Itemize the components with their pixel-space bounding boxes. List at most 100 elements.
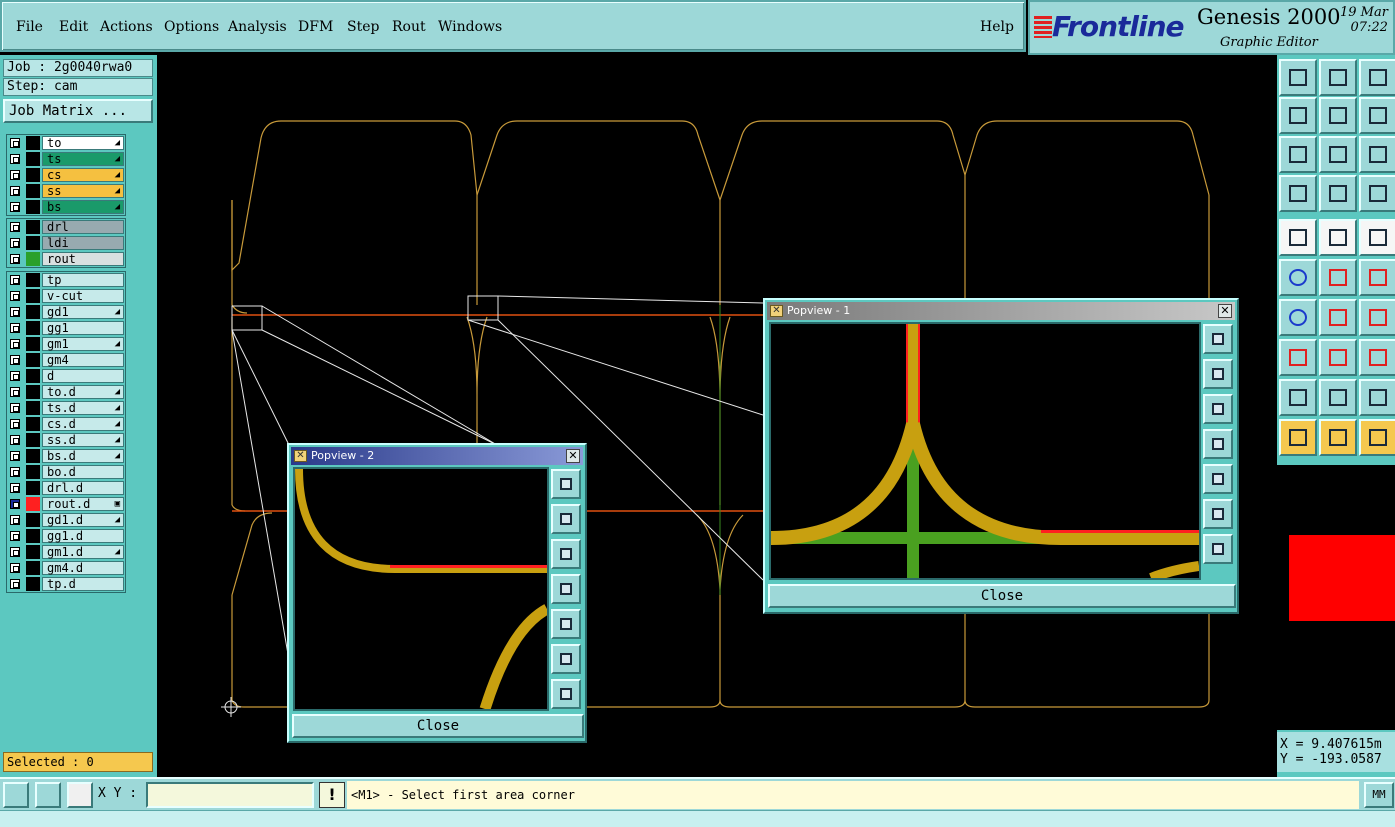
layer-checkbox[interactable] — [10, 291, 20, 301]
layer-row-ss-d[interactable]: ss.d ◢ — [7, 432, 125, 448]
popview-1-close-button[interactable]: Close — [768, 584, 1236, 608]
layer-checkbox[interactable] — [10, 419, 20, 429]
close-icon[interactable]: ✕ — [1218, 304, 1232, 318]
layer-checkbox[interactable] — [10, 307, 20, 317]
layer-row-cs[interactable]: cs ◢ — [7, 167, 125, 183]
layer-row-bs-d[interactable]: bs.d ◢ — [7, 448, 125, 464]
menu-windows[interactable]: Windows — [438, 19, 502, 35]
popview-2-close-button[interactable]: Close — [292, 714, 584, 738]
zoom-save-button[interactable] — [1319, 59, 1357, 96]
popview-tool-icon[interactable] — [1203, 394, 1233, 424]
layer-checkbox[interactable] — [10, 254, 20, 264]
layer-color-swatch[interactable] — [26, 136, 40, 150]
layer-checkbox[interactable] — [10, 154, 20, 164]
layer-name[interactable]: to.d ◢ — [42, 385, 124, 399]
grid-button[interactable] — [67, 782, 93, 808]
layer-checkbox[interactable] — [10, 451, 20, 461]
layer-row-rout[interactable]: rout — [7, 251, 125, 267]
popview-tool-icon[interactable] — [551, 539, 581, 569]
popview-tool-icon[interactable] — [1203, 499, 1233, 529]
cross-button[interactable] — [1319, 259, 1357, 296]
layer-checkbox[interactable] — [10, 435, 20, 445]
layer-color-swatch[interactable] — [26, 200, 40, 214]
layer-name[interactable]: drl — [42, 220, 124, 234]
select-hex-button[interactable] — [1359, 419, 1395, 456]
layer-name[interactable]: gg1.d — [42, 529, 124, 543]
menu-file[interactable]: File — [16, 19, 43, 35]
popview-1-titlebar[interactable]: ✕ Popview - 1 ✕ — [767, 302, 1235, 320]
layer-row-drl-d[interactable]: drl.d — [7, 480, 125, 496]
layer-color-swatch[interactable] — [26, 465, 40, 479]
layer-row-to[interactable]: to ◢ — [7, 135, 125, 151]
menu-options[interactable]: Options — [164, 19, 219, 35]
layer-color-swatch[interactable] — [26, 497, 40, 511]
layer-row-ts-d[interactable]: ts.d ◢ — [7, 400, 125, 416]
layer-name[interactable]: cs.d ◢ — [42, 417, 124, 431]
layer-row-tp-d[interactable]: tp.d — [7, 576, 125, 592]
layer-checkbox[interactable] — [10, 387, 20, 397]
layer-color-swatch[interactable] — [26, 561, 40, 575]
measure-button[interactable] — [1319, 175, 1357, 212]
layer-name[interactable]: gm1 ◢ — [42, 337, 124, 351]
layer-name[interactable]: gm4 — [42, 353, 124, 367]
layer-checkbox[interactable] — [10, 531, 20, 541]
layer-checkbox[interactable] — [10, 371, 20, 381]
popview-tool-icon[interactable] — [551, 504, 581, 534]
layer-row-gg1[interactable]: gg1 — [7, 320, 125, 336]
layer-name[interactable]: bs.d ◢ — [42, 449, 124, 463]
layer-row-gd1[interactable]: gd1 ◢ — [7, 304, 125, 320]
layer-row-rout-d[interactable]: rout.d ▣ — [7, 496, 125, 512]
layer-name[interactable]: rout — [42, 252, 124, 266]
layer-name[interactable]: to ◢ — [42, 136, 124, 150]
one-to-one-button[interactable] — [1359, 136, 1395, 173]
popview-2-view[interactable] — [293, 467, 549, 711]
units-button[interactable]: MM — [1364, 782, 1394, 808]
popview-1-view[interactable] — [769, 322, 1201, 580]
layer-name[interactable]: gd1 ◢ — [42, 305, 124, 319]
popview-tool-icon[interactable] — [1203, 429, 1233, 459]
menu-actions[interactable]: Actions — [100, 19, 153, 35]
layer-name[interactable]: ldi — [42, 236, 124, 250]
drill-tool-button[interactable] — [1279, 219, 1317, 256]
popview-tool-icon[interactable] — [551, 679, 581, 709]
layer-row-gm4[interactable]: gm4 — [7, 352, 125, 368]
zoom-home-button[interactable] — [1279, 59, 1317, 96]
layer-color-swatch[interactable] — [26, 353, 40, 367]
popview-tool-icon[interactable] — [1203, 464, 1233, 494]
layer-name[interactable]: d — [42, 369, 124, 383]
slash-button[interactable] — [1319, 299, 1357, 336]
overview-window[interactable] — [1277, 463, 1395, 730]
layer-name[interactable]: tp — [42, 273, 124, 287]
warning-button[interactable]: ! — [319, 782, 345, 808]
layer-checkbox[interactable] — [10, 355, 20, 365]
menu-edit[interactable]: Edit — [59, 19, 88, 35]
layer-row-gm1-d[interactable]: gm1.d ◢ — [7, 544, 125, 560]
layer-color-swatch[interactable] — [26, 433, 40, 447]
triangle-outline-button[interactable] — [1359, 379, 1395, 416]
layer-checkbox[interactable] — [10, 403, 20, 413]
arrow-up-button[interactable] — [1319, 379, 1357, 416]
minus-button[interactable] — [1319, 339, 1357, 376]
layer-name[interactable]: v-cut — [42, 289, 124, 303]
layer-checkbox[interactable] — [10, 275, 20, 285]
layer-color-swatch[interactable] — [26, 449, 40, 463]
menu-analysis[interactable]: Analysis — [228, 19, 287, 35]
snap-button[interactable] — [3, 782, 29, 808]
layer-checkbox[interactable] — [10, 138, 20, 148]
layer-color-swatch[interactable] — [26, 401, 40, 415]
layer-color-swatch[interactable] — [26, 513, 40, 527]
job-matrix-button[interactable]: Job Matrix ... — [3, 99, 153, 123]
layer-checkbox[interactable] — [10, 467, 20, 477]
layer-name[interactable]: cs ◢ — [42, 168, 124, 182]
tools-button[interactable] — [1279, 175, 1317, 212]
line-tool-button[interactable] — [1319, 219, 1357, 256]
layer-color-swatch[interactable] — [26, 577, 40, 591]
layer-name[interactable]: bs ◢ — [42, 200, 124, 214]
menu-step[interactable]: Step — [347, 19, 379, 35]
layer-row-gm4-d[interactable]: gm4.d — [7, 560, 125, 576]
layer-color-swatch[interactable] — [26, 417, 40, 431]
layer-color-swatch[interactable] — [26, 152, 40, 166]
menu-help[interactable]: Help — [980, 19, 1014, 35]
layer-name[interactable]: ts.d ◢ — [42, 401, 124, 415]
menu-rout[interactable]: Rout — [392, 19, 426, 35]
